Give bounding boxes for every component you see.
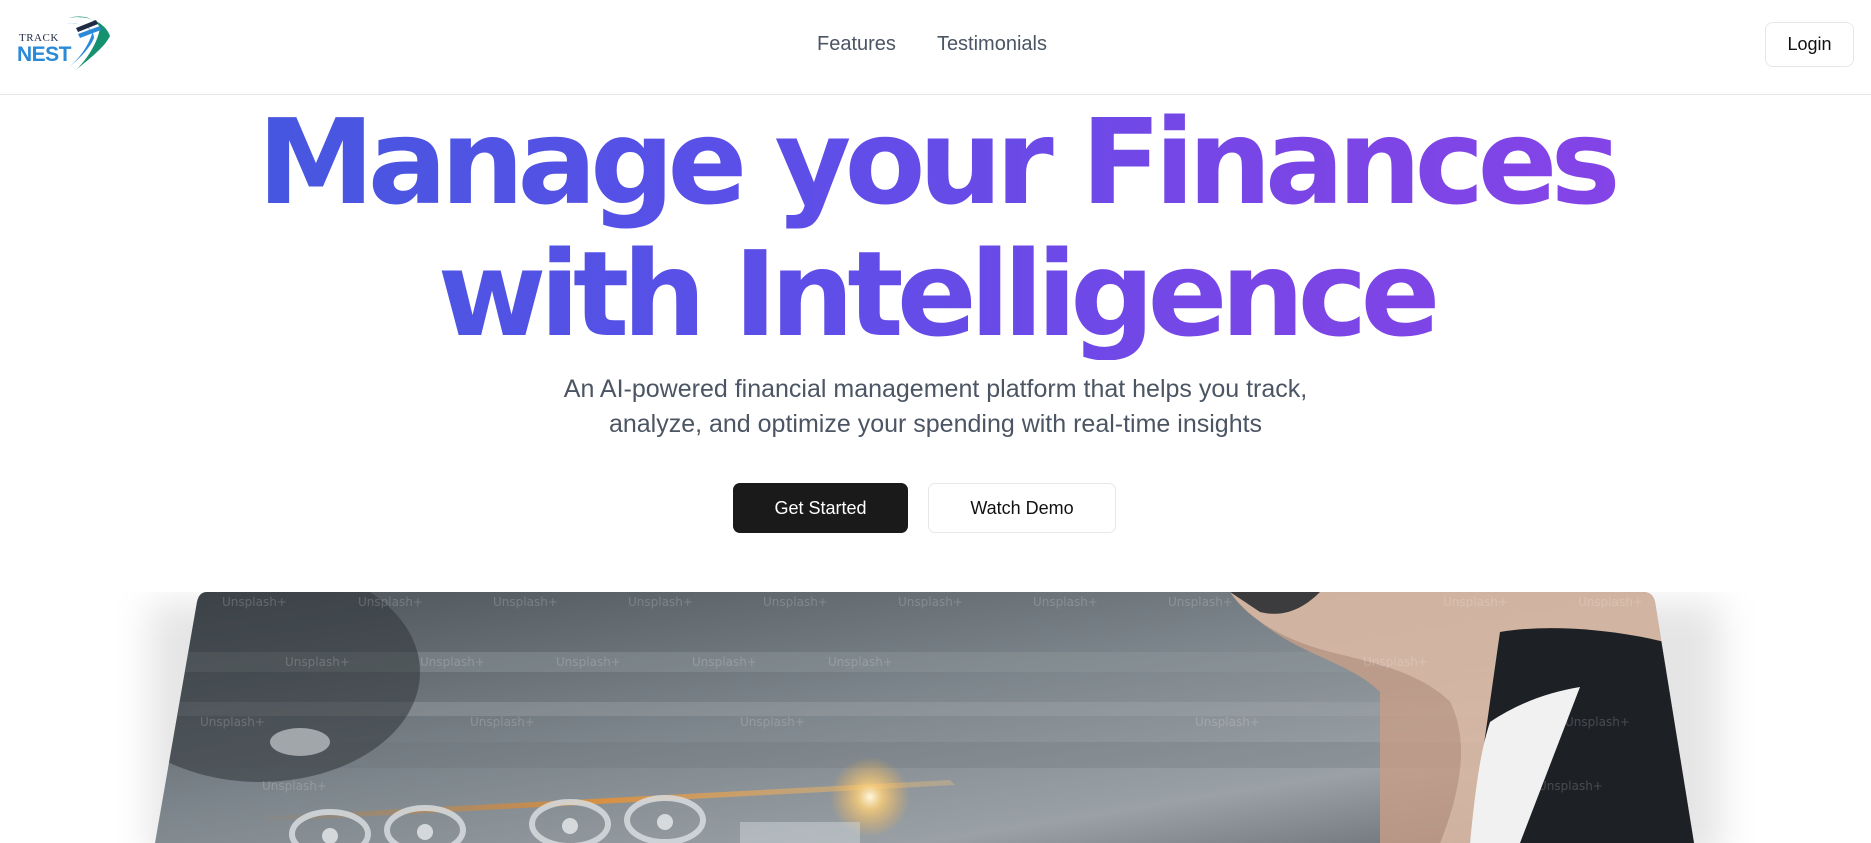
watermark-text: Unsplash+ — [358, 595, 423, 609]
watermark-text: Unsplash+ — [828, 655, 893, 669]
hero-subtitle: An AI-powered financial management platf… — [0, 372, 1871, 442]
watermark-text: Unsplash+ — [285, 655, 350, 669]
logo-text-nest: NEST — [17, 43, 72, 66]
hero-title-line-1: Manage your Finances — [257, 93, 1614, 231]
watermark-text: Unsplash+ — [1443, 595, 1508, 609]
watermark-text: Unsplash+ — [200, 715, 265, 729]
get-started-button[interactable]: Get Started — [733, 483, 908, 533]
watermark-text: Unsplash+ — [1565, 715, 1630, 729]
hero-cta-group: Get Started Watch Demo — [733, 483, 1116, 533]
hero-title-line-2: with Intelligence — [437, 225, 1434, 363]
watermark-text: Unsplash+ — [470, 715, 535, 729]
watermark-text: Unsplash+ — [898, 595, 963, 609]
site-header: TRACK NEST Features Testimonials Login — [0, 0, 1871, 95]
hero-image-container: Unsplash+ Unsplash+ Unsplash+ Unsplash+ … — [0, 592, 1871, 843]
hero-subtitle-line-1: An AI-powered financial management platf… — [563, 375, 1308, 403]
watermark-text: Unsplash+ — [493, 595, 558, 609]
hero-title: Manage your Finances with Intelligence — [0, 96, 1871, 360]
watermark-text: Unsplash+ — [740, 715, 805, 729]
watermark-text: Unsplash+ — [1033, 595, 1098, 609]
nav-link-testimonials[interactable]: Testimonials — [937, 30, 1047, 58]
main-nav: Features Testimonials — [817, 30, 1047, 58]
hero-image: Unsplash+ Unsplash+ Unsplash+ Unsplash+ … — [155, 592, 1694, 843]
watermark-text: Unsplash+ — [1168, 595, 1233, 609]
watermark-text: Unsplash+ — [262, 779, 327, 793]
watermark-text: Unsplash+ — [763, 595, 828, 609]
tracknest-logo[interactable]: TRACK NEST — [14, 12, 110, 76]
watermark-text: Unsplash+ — [420, 655, 485, 669]
watermark-text: Unsplash+ — [1363, 655, 1428, 669]
watermark-text: Unsplash+ — [1578, 595, 1643, 609]
hero-subtitle-line-2: analyze, and optimize your spending with… — [608, 410, 1263, 438]
login-button[interactable]: Login — [1765, 22, 1854, 67]
watermark-text: Unsplash+ — [1195, 715, 1260, 729]
nav-link-features[interactable]: Features — [817, 30, 896, 58]
watermark-text: Unsplash+ — [628, 595, 693, 609]
watermark-text: Unsplash+ — [222, 595, 287, 609]
watermark-text: Unsplash+ — [1538, 779, 1603, 793]
watch-demo-button[interactable]: Watch Demo — [928, 483, 1116, 533]
watermark-text: Unsplash+ — [556, 655, 621, 669]
watermark-text: Unsplash+ — [692, 655, 757, 669]
